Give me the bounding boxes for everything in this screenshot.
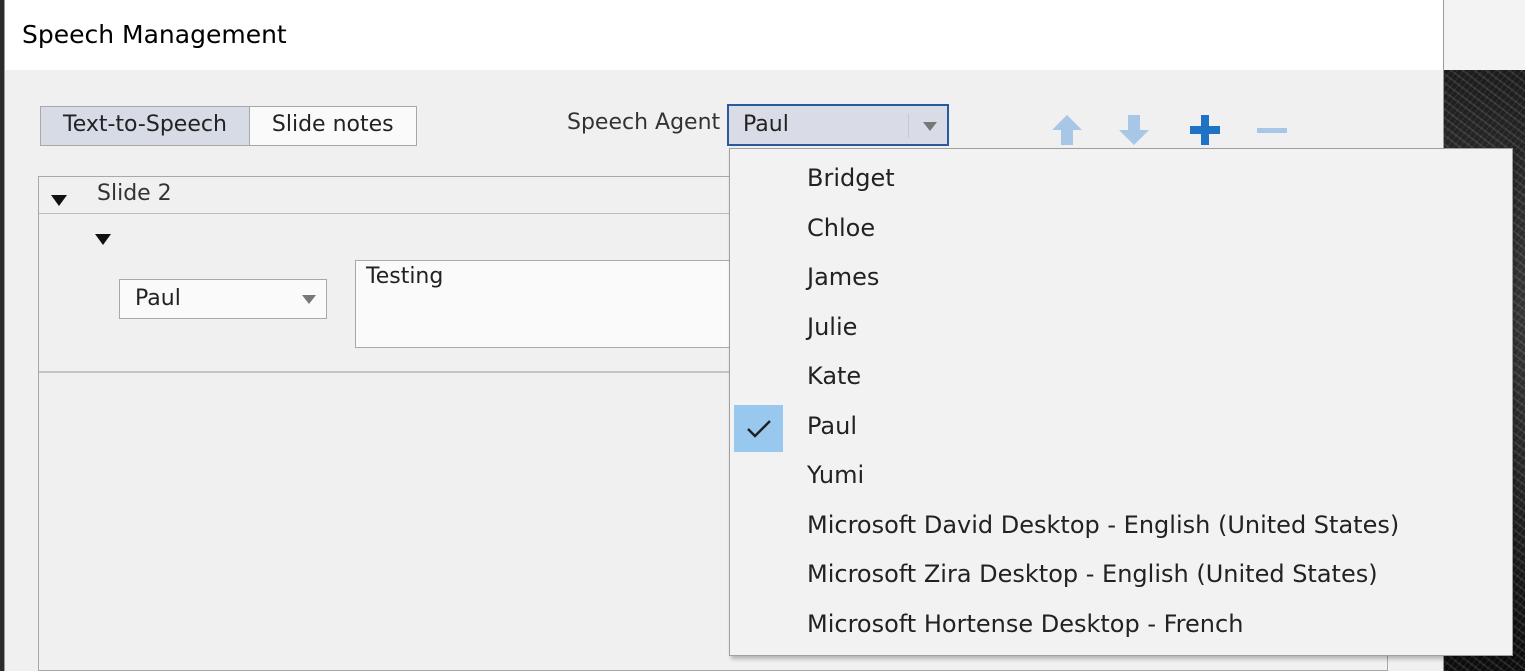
remove-icon[interactable]	[1255, 113, 1289, 147]
agent-option-label: James	[807, 263, 880, 291]
title-bar[interactable]: Speech Management	[5, 0, 1443, 70]
agent-option-julie[interactable]: Julie	[730, 304, 1512, 353]
agent-option-label: Julie	[807, 313, 858, 341]
move-down-icon[interactable]	[1117, 113, 1151, 147]
speech-management-dialog: Speech Management Text-to-Speech Slide n…	[4, 0, 1513, 671]
checkmark-icon	[734, 405, 783, 452]
collapse-row-icon[interactable]	[95, 234, 111, 245]
tab-text-to-speech[interactable]: Text-to-Speech	[41, 107, 249, 145]
agent-option-paul[interactable]: Paul	[730, 403, 1512, 452]
add-icon[interactable]	[1188, 113, 1222, 147]
slide-title: Slide 2	[97, 181, 172, 206]
row-agent-value: Paul	[135, 286, 181, 311]
agent-option-james[interactable]: James	[730, 254, 1512, 303]
move-up-icon[interactable]	[1050, 113, 1084, 147]
speech-agent-label: Speech Agent	[567, 110, 721, 135]
agent-option-label: Microsoft David Desktop - English (Unite…	[807, 511, 1400, 539]
chevron-down-icon	[302, 295, 316, 304]
background-app-strip	[1444, 0, 1525, 70]
speech-agent-value: Paul	[743, 112, 789, 137]
agent-option-microsoft-zira[interactable]: Microsoft Zira Desktop - English (United…	[730, 551, 1512, 600]
speech-text-input[interactable]: Testing	[355, 260, 755, 348]
row-agent-dropdown[interactable]: Paul	[119, 279, 327, 319]
agent-option-label: Yumi	[807, 461, 865, 489]
agent-option-label: Microsoft Hortense Desktop - French	[807, 610, 1244, 638]
agent-option-label: Chloe	[807, 214, 876, 242]
agent-option-microsoft-hortense[interactable]: Microsoft Hortense Desktop - French	[730, 601, 1512, 650]
mode-tabs: Text-to-Speech Slide notes	[40, 106, 417, 146]
agent-option-bridget[interactable]: Bridget	[730, 155, 1512, 204]
agent-option-chloe[interactable]: Chloe	[730, 205, 1512, 254]
agent-option-label: Kate	[807, 362, 862, 390]
window-title: Speech Management	[22, 20, 287, 49]
speech-agent-dropdown[interactable]: Paul	[727, 104, 949, 146]
agent-option-label: Bridget	[807, 164, 895, 192]
chevron-down-icon	[923, 122, 937, 131]
agent-option-yumi[interactable]: Yumi	[730, 452, 1512, 501]
agent-option-microsoft-david[interactable]: Microsoft David Desktop - English (Unite…	[730, 502, 1512, 551]
speech-agent-list: Bridget Chloe James Julie Kate Paul Yumi…	[729, 148, 1513, 656]
dropdown-separator	[908, 114, 909, 138]
agent-option-label: Microsoft Zira Desktop - English (United…	[807, 560, 1378, 588]
collapse-slide-icon[interactable]	[51, 195, 67, 206]
agent-option-kate[interactable]: Kate	[730, 353, 1512, 402]
agent-option-label: Paul	[807, 412, 857, 440]
tab-slide-notes[interactable]: Slide notes	[248, 107, 416, 145]
